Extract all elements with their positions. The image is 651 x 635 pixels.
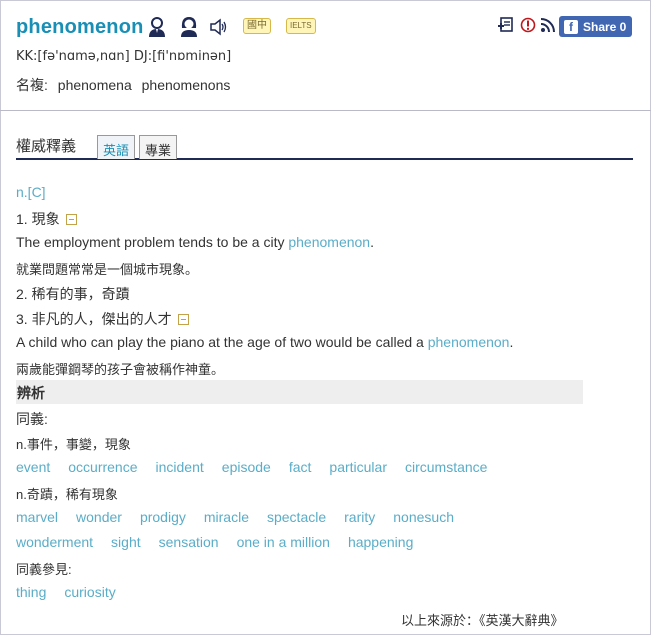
part-of-speech: n.[C] — [16, 184, 46, 200]
female-speaker-icon[interactable] — [179, 16, 199, 38]
sound-icon[interactable] — [209, 16, 229, 38]
synonym-link[interactable]: incident — [156, 459, 204, 475]
synonym-link[interactable]: wonderment — [16, 534, 93, 550]
plural-form: phenomena — [57, 77, 132, 93]
tabs-title: 權威釋義 — [16, 138, 77, 155]
synonym-link[interactable]: wonder — [76, 509, 122, 525]
pronunciation: KK:[fə'nɑmə,nɑn] DJ:[fi'nɒminən] — [16, 49, 232, 64]
synonym-link[interactable]: rarity — [344, 509, 375, 525]
share-label: Share 0 — [583, 19, 627, 34]
tag-ielts: IELTS — [286, 18, 316, 34]
word-link[interactable]: phenomenon — [428, 334, 510, 350]
example-text: . — [370, 234, 374, 250]
plural-form: phenomenons — [141, 77, 231, 93]
report-error-icon[interactable] — [520, 17, 536, 33]
synonym-row: wonderment sight sensation one in a million… — [16, 534, 431, 550]
synonym-row: event occurrence incident episode fact partic… — [16, 459, 505, 475]
sense-label: 3. 非凡的人，傑出的人才 — [16, 311, 172, 327]
synonym-link[interactable]: sight — [111, 534, 141, 550]
analysis-heading: 辨析 — [16, 380, 583, 404]
source-credit: 以上來源於：《英漢大辭典》 — [401, 613, 564, 628]
synonym-link[interactable]: episode — [222, 459, 271, 475]
synonym-link[interactable]: circumstance — [405, 459, 487, 475]
collapse-icon[interactable] — [65, 214, 77, 225]
sense-label: 1. 現象 — [16, 211, 60, 227]
synonym-link[interactable]: particular — [329, 459, 387, 475]
facebook-icon: f — [564, 19, 578, 34]
synonym-link[interactable]: one in a million — [237, 534, 330, 550]
synonym-link[interactable]: miracle — [204, 509, 249, 525]
example-text: The employment problem tends to be a cit… — [16, 234, 289, 250]
collapse-icon[interactable] — [177, 314, 189, 325]
synonym-link[interactable]: curiosity — [64, 584, 115, 600]
word-link[interactable]: phenomenon — [288, 234, 370, 250]
facebook-share-button[interactable]: f Share 0 — [559, 16, 632, 37]
male-speaker-icon[interactable] — [147, 16, 167, 38]
sense-3: 3. 非凡的人，傑出的人才 — [16, 309, 189, 329]
word-header: phenomenon 國中 IELTS KK:[fə'nɑmə,nɑn] DJ:… — [0, 0, 651, 111]
synonym-row: marvel wonder prodigy miracle spectacle rarit… — [16, 509, 472, 525]
wordbook-icon[interactable] — [498, 17, 514, 33]
example-sentence: A child who can play the piano at the ag… — [16, 334, 513, 350]
rss-icon[interactable] — [540, 17, 556, 33]
example-translation: 兩歲能彈鋼琴的孩子會被稱作神童。 — [16, 362, 225, 377]
synonym-row: thing curiosity — [16, 584, 134, 600]
tab-professional[interactable]: 專業 — [139, 135, 178, 159]
synonym-link[interactable]: nonesuch — [393, 509, 454, 525]
synonym-link[interactable]: event — [16, 459, 50, 475]
synonyms-label: 同義: — [16, 411, 48, 427]
synonym-group-label: n.事件，事變，現象 — [16, 437, 131, 452]
see-also-label: 同義參見: — [16, 562, 72, 577]
plural-label: 名複: — [16, 77, 48, 93]
synonym-link[interactable]: sensation — [159, 534, 219, 550]
example-text: . — [509, 334, 514, 350]
synonym-link[interactable]: occurrence — [68, 459, 137, 475]
synonym-link[interactable]: thing — [16, 584, 46, 600]
sense-1: 1. 現象 — [16, 209, 77, 229]
headword: phenomenon — [16, 16, 144, 38]
example-text: A child who can play the piano at the ag… — [16, 334, 428, 350]
tab-english[interactable]: 英語 — [97, 135, 136, 159]
synonym-link[interactable]: marvel — [16, 509, 58, 525]
synonym-link[interactable]: prodigy — [140, 509, 186, 525]
definition-tabs: 權威釋義 英語 專業 — [16, 133, 633, 160]
synonym-link[interactable]: spectacle — [267, 509, 326, 525]
example-translation: 就業問題常常是一個城市現象。 — [16, 262, 199, 277]
synonym-group-label: n.奇蹟，稀有現象 — [16, 487, 118, 502]
plural-forms: 名複: phenomena phenomenons — [16, 75, 236, 95]
tag-junior-high: 國中 — [243, 18, 271, 34]
synonym-link[interactable]: fact — [289, 459, 312, 475]
synonym-link[interactable]: happening — [348, 534, 413, 550]
example-sentence: The employment problem tends to be a cit… — [16, 234, 374, 250]
sense-2: 2. 稀有的事，奇蹟 — [16, 286, 130, 302]
